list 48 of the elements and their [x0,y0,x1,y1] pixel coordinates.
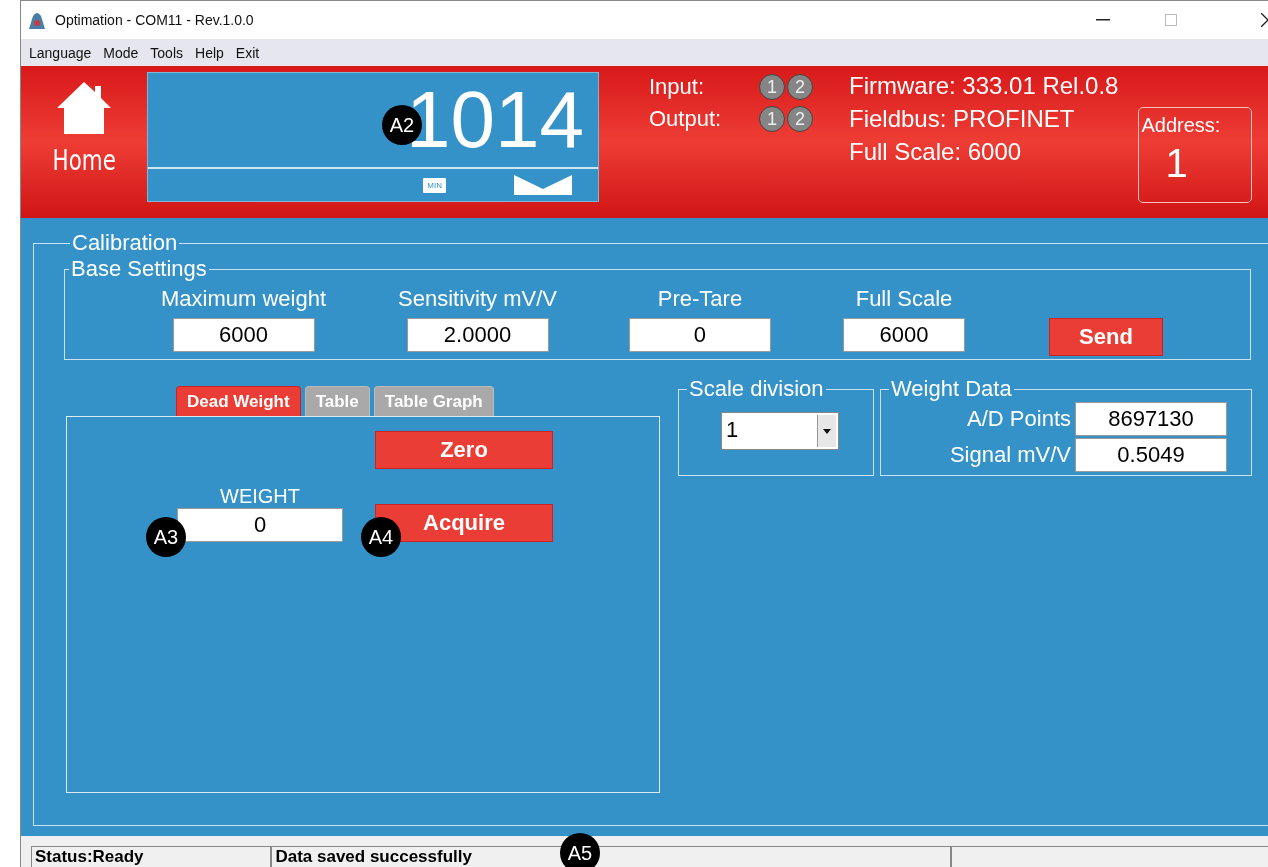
zero-button[interactable]: Zero [375,431,553,469]
address-value: 1 [1165,141,1188,186]
min-indicator: MIN [423,177,446,193]
tab[interactable]: Dead Weight [176,386,301,417]
io-indicator: 1 [759,106,785,132]
input-field[interactable]: 6000 [843,318,965,352]
app-icon [27,10,47,30]
data-label: Signal mV/V [949,442,1071,468]
field-label: Maximum weight [161,286,327,312]
send-button[interactable]: Send [1049,318,1163,356]
input-field[interactable]: 2.0000 [406,318,549,352]
data-value: 8697130 [1075,402,1227,436]
envelope-icon [514,175,572,195]
device-info: Full Scale: 6000 [849,138,1023,166]
menu-item[interactable]: Mode [99,44,143,61]
group-title: Calibration [71,230,179,256]
weight-field[interactable]: 0 [177,508,343,542]
field-label: Pre-Tare [657,286,743,312]
group-title: Weight Data [890,376,1013,402]
home-icon [55,80,113,136]
minimize-icon[interactable] [1096,19,1110,21]
address-label: Address: [1141,114,1221,137]
close-icon[interactable] [1261,13,1268,27]
scale-division-dropdown[interactable]: 1 [721,412,839,450]
io-indicator: 2 [787,74,813,100]
home-button[interactable]: Home [52,144,116,177]
io-indicator: 1 [759,74,785,100]
window-title: Optimation - COM11 - Rev.1.0.0 [55,12,255,28]
data-value: 0.5049 [1075,438,1227,472]
dropdown-arrow-icon [823,428,831,434]
menu-item[interactable]: Tools [146,44,187,61]
menu-item[interactable]: Help [191,44,228,61]
menu-item[interactable]: Exit [231,44,264,61]
io-label: Input: [649,74,706,100]
device-info: Fieldbus: PROFINET [849,105,1076,133]
io-indicator: 2 [787,106,813,132]
status-text: Status:Ready [30,846,272,867]
group-title: Base Settings [70,256,208,282]
device-info: Firmware: 333.01 Rel.0.8 [849,72,1119,100]
io-label: Output: [649,106,723,132]
group-title: Scale division [688,376,825,402]
field-label: Full Scale [855,286,953,312]
menu-item[interactable]: Language [25,44,96,61]
input-field[interactable]: 0 [629,318,771,352]
input-field[interactable]: 6000 [172,318,315,352]
field-label: Sensitivity mV/V [398,286,557,312]
weight-label: WEIGHT [220,485,300,508]
data-label: A/D Points [967,406,1071,432]
